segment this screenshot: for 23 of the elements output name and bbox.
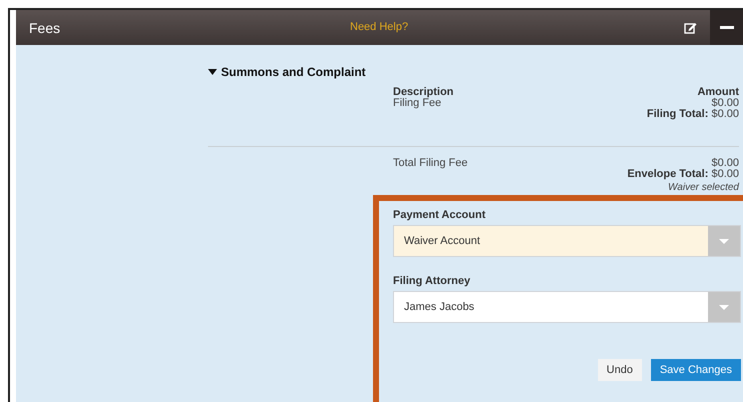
save-button[interactable]: Save Changes: [650, 359, 741, 381]
fee-amount: $0.00: [710, 158, 739, 169]
fee-amount: $0.00: [710, 98, 739, 109]
caret-icon: [708, 292, 740, 322]
help-link[interactable]: Need Help?: [350, 21, 408, 33]
dropdown-field[interactable]: James Jacobs: [393, 291, 741, 323]
fee-description: Total Filing Fee: [393, 158, 469, 169]
undo-button[interactable]: Undo: [598, 359, 642, 381]
section-toggle[interactable]: Summons and Complaint: [208, 65, 366, 79]
minimize-button[interactable]: [710, 10, 743, 45]
panel-title: Fees: [29, 20, 60, 36]
fee-description: Filing Fee: [393, 98, 442, 109]
column-header: Amount: [697, 86, 739, 98]
dropdown-field[interactable]: Waiver Account: [393, 225, 741, 257]
waiver-note: Waiver selected: [667, 182, 739, 193]
envelope-total: Envelope Total: $0.00: [627, 169, 739, 180]
column-header: Description: [393, 87, 455, 98]
field-label: Filing Attorney: [393, 275, 472, 287]
caret-icon: [708, 226, 740, 256]
caret-icon: [208, 69, 217, 75]
minus-icon: [720, 26, 734, 29]
field-label: Payment Account: [393, 209, 487, 221]
filing-total: Filing Total: $0.00: [646, 109, 739, 120]
